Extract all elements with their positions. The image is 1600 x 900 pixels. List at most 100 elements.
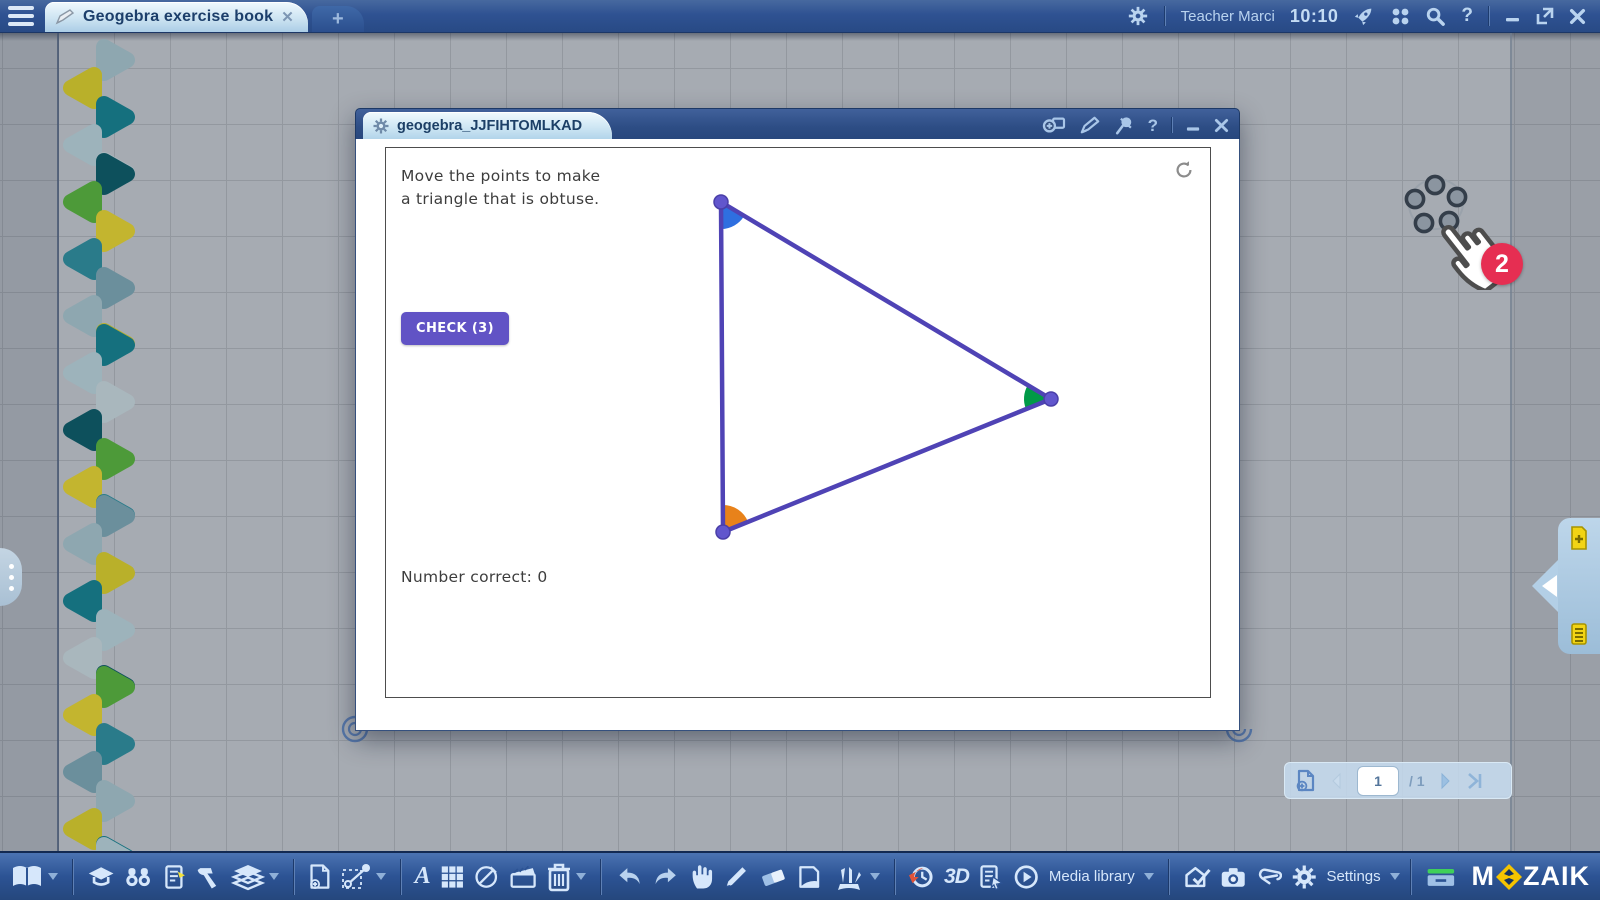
hand-cursor-icon (1433, 212, 1513, 290)
toolbar-divider (1168, 859, 1170, 895)
homework-icon[interactable] (1183, 863, 1211, 891)
geogebra-window-body: Move the points to make a triangle that … (355, 139, 1240, 731)
media-clapperboard-icon[interactable] (509, 863, 537, 891)
pin-icon[interactable] (1114, 115, 1135, 135)
mosaic-triangle (71, 759, 94, 785)
mosaic-triangle (71, 246, 94, 272)
dropdown-arrow-icon[interactable] (575, 872, 587, 881)
redo-icon[interactable] (652, 864, 680, 890)
minimize-icon[interactable] (1505, 8, 1521, 24)
right-panel-handle[interactable] (1558, 518, 1600, 654)
history-icon[interactable] (909, 862, 935, 892)
toolbar-divider (1410, 859, 1412, 895)
search-icon[interactable] (1425, 6, 1446, 27)
undo-icon[interactable] (615, 864, 643, 890)
tutorial-hint-overlay: 2 (1372, 140, 1532, 290)
media-player-icon[interactable] (1013, 862, 1039, 892)
next-page-icon[interactable] (1435, 771, 1455, 791)
3d-models-button[interactable]: 3D (944, 865, 969, 889)
mozaik-logo[interactable]: M ZAIK (1472, 861, 1591, 892)
delete-tool-button[interactable] (546, 862, 587, 892)
mosaic-triangle (104, 47, 127, 73)
dropdown-arrow-icon[interactable] (1143, 872, 1155, 881)
settings-button[interactable]: Settings (1326, 868, 1400, 885)
settings-label: Settings (1326, 868, 1380, 885)
exercise-list-tab-icon[interactable] (1569, 622, 1589, 646)
apps-grid-icon[interactable] (1390, 6, 1410, 26)
geogebra-window-tab[interactable]: geogebra_JJFIHTOMLKAD (363, 112, 612, 139)
triangle-vertex[interactable] (716, 525, 730, 539)
text-tool-button[interactable]: A (415, 863, 431, 890)
window-help-icon[interactable]: ? (1148, 117, 1158, 134)
mosaic-triangle (71, 360, 94, 386)
divider (1164, 6, 1166, 26)
book-tab[interactable]: Geogebra exercise book ✕ (45, 2, 308, 32)
triangle-vertex[interactable] (714, 195, 728, 209)
new-page-icon[interactable] (308, 862, 331, 892)
gear-icon[interactable] (1127, 5, 1149, 27)
tab-close-icon[interactable]: ✕ (281, 8, 294, 26)
geogebra-window-titlebar[interactable]: geogebra_JJFIHTOMLKAD ? (355, 108, 1240, 139)
mosaic-triangle (71, 816, 94, 842)
snap-tool-button[interactable] (340, 862, 387, 892)
window-close-icon[interactable] (1214, 118, 1229, 133)
toolbar-divider (72, 859, 74, 895)
rocket-icon[interactable] (1353, 5, 1375, 27)
toolbar-divider (400, 859, 402, 895)
window-minimize-icon[interactable] (1186, 118, 1201, 133)
score-text: Number correct: 0 (401, 568, 548, 586)
geogebra-applet[interactable]: Move the points to make a triangle that … (385, 147, 1211, 698)
hammer-icon[interactable] (195, 863, 221, 891)
page-number-input[interactable] (1357, 766, 1399, 796)
binoculars-icon[interactable] (124, 863, 152, 891)
book-tool-button[interactable] (10, 863, 59, 891)
prev-page-icon[interactable] (1327, 771, 1347, 791)
triangle-vertex[interactable] (1044, 392, 1058, 406)
eraser-icon[interactable] (759, 863, 787, 891)
pens-tool-button[interactable] (832, 862, 881, 892)
edit-pencil-icon[interactable] (1079, 115, 1101, 135)
attachment-icon[interactable] (1255, 862, 1281, 892)
hand-tool-icon[interactable] (690, 862, 715, 892)
mosaic-triangle (104, 104, 127, 130)
graduation-cap-icon[interactable] (87, 863, 115, 891)
layers-tool-button[interactable] (231, 863, 280, 891)
close-app-icon[interactable] (1569, 8, 1586, 25)
collapse-arrow-icon[interactable] (1542, 575, 1557, 597)
keyboard-icon[interactable] (1425, 864, 1457, 890)
mosaic-triangle (104, 560, 127, 586)
last-page-icon[interactable] (1465, 771, 1487, 791)
add-exercise-tab-icon[interactable] (1569, 526, 1589, 550)
dropdown-arrow-icon[interactable] (1389, 872, 1401, 881)
mosaic-triangle (71, 474, 94, 500)
divider (1171, 117, 1173, 133)
dropdown-arrow-icon[interactable] (869, 872, 881, 881)
book-page-canvas: geogebra_JJFIHTOMLKAD ? (0, 32, 1600, 851)
dropdown-arrow-icon[interactable] (375, 872, 387, 881)
add-page-icon[interactable] (1295, 769, 1317, 793)
help-icon[interactable]: ? (1461, 5, 1473, 27)
dropdown-arrow-icon[interactable] (268, 872, 280, 881)
page-color-icon[interactable] (796, 862, 822, 892)
geogebra-logo-icon (1404, 174, 1467, 234)
top-bar: Geogebra exercise book ✕ + Teacher Marci… (0, 0, 1600, 33)
restore-window-icon[interactable] (1536, 7, 1554, 25)
settings-gear-icon[interactable] (1291, 862, 1317, 892)
dropdown-arrow-icon[interactable] (47, 872, 59, 881)
exercise-editor-icon[interactable] (978, 862, 1004, 892)
insert-snapshot-icon[interactable] (1042, 115, 1066, 135)
drawing-tools-icon[interactable] (473, 862, 499, 892)
hamburger-menu-icon[interactable] (0, 0, 42, 32)
media-library-label: Media library (1049, 868, 1135, 885)
user-name[interactable]: Teacher Marci (1181, 8, 1275, 25)
top-bar-right: Teacher Marci 10:10 ? (1127, 0, 1600, 32)
toolbar-divider (600, 859, 602, 895)
media-library-button[interactable]: Media library (1049, 868, 1155, 885)
bottom-toolbar: A (0, 851, 1600, 900)
camera-icon[interactable] (1220, 864, 1246, 890)
highlighter-icon[interactable] (723, 862, 749, 892)
table-icon[interactable] (440, 863, 465, 891)
notes-icon[interactable] (162, 863, 187, 891)
mosaic-triangle (71, 132, 94, 158)
new-tab-button[interactable]: + (312, 6, 364, 32)
